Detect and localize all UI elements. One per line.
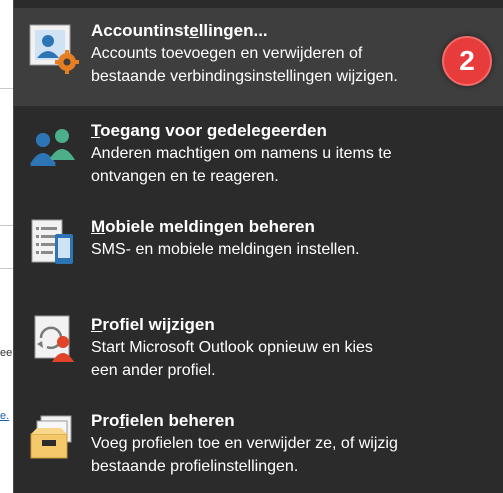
menu-item-description: Anderen machtigen om namens u items te: [91, 145, 392, 162]
account-settings-icon: [29, 24, 79, 74]
change-profile-icon: [34, 315, 74, 362]
background-divider: [0, 225, 14, 226]
menu-item-description: Start Microsoft Outlook opnieuw en kies: [91, 339, 373, 356]
menu-item-title: Profiel wijzigen: [91, 315, 215, 334]
menu-item-description: ontvangen en te reageren.: [91, 168, 279, 185]
menu-item-description: een ander profiel.: [91, 362, 216, 379]
manage-profiles-icon: [30, 415, 72, 459]
menu-item-description: SMS- en mobiele meldingen instellen.: [91, 241, 360, 258]
menu-item-title: Accountinstellingen...: [91, 21, 268, 40]
menu-item-title: Toegang voor gedelegeerden: [91, 121, 327, 140]
menu-item-mobile-notifications[interactable]: Mobiele meldingen beheren SMS- en mobiel…: [14, 206, 503, 298]
step-number-badge: 2: [442, 36, 492, 86]
menu-item-account-settings[interactable]: Accountinstellingen... Accounts toevoege…: [14, 8, 503, 106]
background-text: ee: [0, 347, 13, 359]
menu-item-title: Profielen beheren: [91, 411, 235, 430]
menu-item-change-profile[interactable]: Profiel wijzigen Start Microsoft Outlook…: [14, 302, 503, 400]
menu-item-manage-profiles[interactable]: Profielen beheren Voeg profielen toe en …: [14, 398, 503, 493]
account-settings-menu: Accountinstellingen... Accounts toevoege…: [13, 0, 503, 493]
background-link[interactable]: e.: [0, 410, 9, 422]
menu-item-delegate-access[interactable]: Toegang voor gedelegeerden Anderen macht…: [14, 108, 503, 206]
mobile-notifications-icon: [31, 219, 73, 264]
menu-item-description: bestaande verbindingsinstellingen wijzig…: [91, 68, 398, 85]
background-divider: [0, 88, 14, 89]
menu-item-description: Voeg profielen toe en verwijder ze, of w…: [91, 435, 398, 452]
background-divider: [0, 268, 14, 269]
menu-item-title: Mobiele meldingen beheren: [91, 217, 315, 236]
delegate-users-icon: [30, 129, 75, 166]
menu-item-description: bestaande profielinstellingen.: [91, 458, 299, 475]
